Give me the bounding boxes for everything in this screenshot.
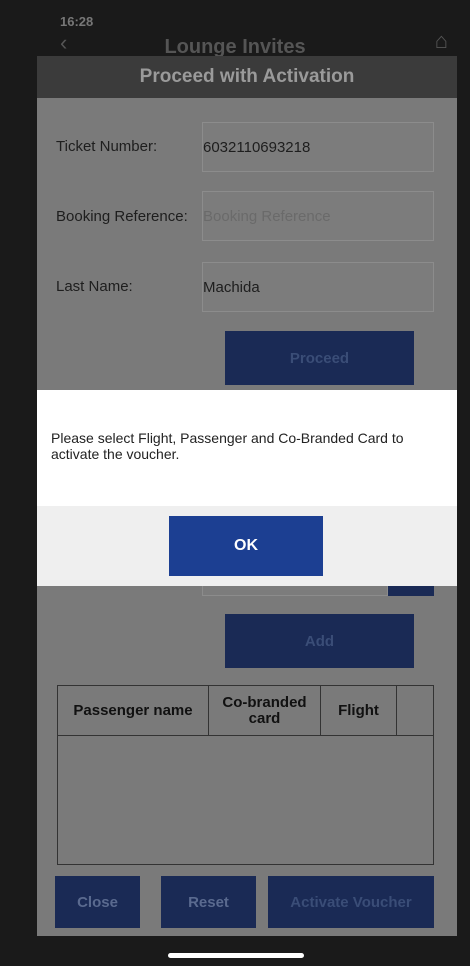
- status-time: 16:28: [60, 14, 94, 29]
- column-passenger-name: Passenger name: [58, 686, 209, 735]
- ticket-number-label: Ticket Number:: [56, 138, 158, 155]
- close-button[interactable]: Close: [55, 876, 140, 928]
- selector-dropdown-button[interactable]: [388, 586, 434, 596]
- activate-voucher-button[interactable]: Activate Voucher: [268, 876, 434, 928]
- alert-message: Please select Flight, Passenger and Co-B…: [51, 430, 404, 462]
- ticket-number-field[interactable]: 6032110693218: [202, 122, 434, 172]
- alert-dialog: Please select Flight, Passenger and Co-B…: [37, 390, 457, 586]
- add-button[interactable]: Add: [225, 614, 414, 668]
- side-marker: [0, 402, 37, 430]
- ok-button[interactable]: OK: [169, 516, 323, 576]
- booking-reference-field[interactable]: Booking Reference: [202, 191, 434, 241]
- home-indicator[interactable]: [168, 953, 304, 958]
- reset-button[interactable]: Reset: [161, 876, 256, 928]
- last-name-label: Last Name:: [56, 278, 133, 295]
- column-co-branded-card: Co-branded card: [209, 686, 321, 735]
- booking-reference-label: Booking Reference:: [56, 208, 188, 225]
- selector-field[interactable]: [202, 586, 388, 596]
- side-marker: [0, 98, 37, 126]
- panel-title: Proceed with Activation: [37, 56, 457, 98]
- home-icon[interactable]: ⌂: [435, 28, 448, 54]
- table-body: [58, 736, 433, 864]
- column-action: [397, 686, 433, 735]
- passenger-table: Passenger name Co-branded card Flight: [57, 685, 434, 865]
- last-name-field[interactable]: Machida: [202, 262, 434, 312]
- column-flight: Flight: [321, 686, 397, 735]
- proceed-button[interactable]: Proceed: [225, 331, 414, 385]
- table-header: Passenger name Co-branded card Flight: [58, 686, 433, 736]
- alert-footer: OK: [37, 506, 457, 586]
